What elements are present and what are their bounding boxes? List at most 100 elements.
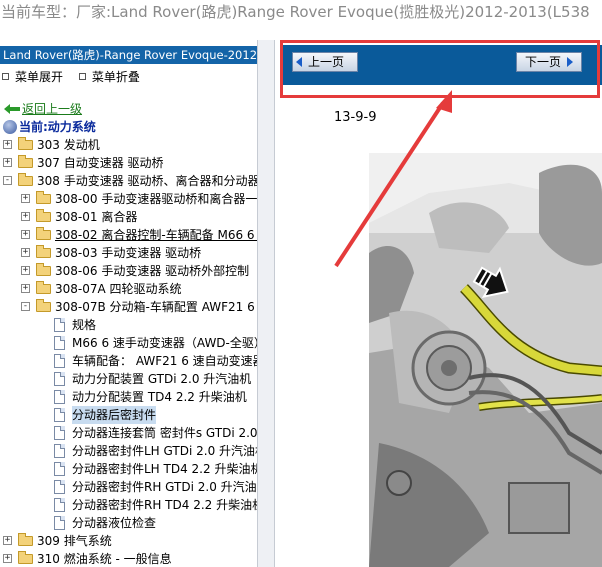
tree-node-label[interactable]: 车辆配备： AWF21 6 速自动变速器 (72, 352, 257, 370)
tree-node-label[interactable]: 308-07B 分动箱-车辆配置 AWF21 6 速自动 (55, 298, 257, 316)
expand-icon (2, 73, 9, 80)
tree-node[interactable]: 规格 (0, 316, 257, 334)
tree-node[interactable]: +303 发动机 (0, 136, 257, 154)
folder-icon (36, 191, 51, 204)
current-node-label: 当前:动力系统 (19, 120, 96, 134)
tree-node[interactable]: 分动器密封件RH TD4 2.2 升柴油机 (0, 496, 257, 514)
tree-node[interactable]: 车辆配备： AWF21 6 速自动变速器 (0, 352, 257, 370)
tree-node[interactable]: +309 排气系统 (0, 532, 257, 550)
tree-node-label[interactable]: 分动器密封件LH GTDi 2.0 升汽油机 (72, 442, 257, 460)
tree-node-label[interactable]: 310 燃油系统 - 一般信息 (37, 550, 172, 567)
tree-node[interactable]: M66 6 速手动变速器（AWD-全驱） (0, 334, 257, 352)
expander-plus-icon[interactable]: + (3, 554, 12, 563)
tree-node-label[interactable]: 分动器密封件RH TD4 2.2 升柴油机 (72, 496, 257, 514)
tree-node-label[interactable]: 309 排气系统 (37, 532, 112, 550)
component-photo (369, 153, 602, 567)
window-title: 当前车型：厂家:Land Rover(路虎)Range Rover Evoque… (0, 0, 602, 30)
expander-plus-icon[interactable]: + (3, 158, 12, 167)
tree-node-label[interactable]: 分动器密封件LH TD4 2.2 升柴油机 (72, 460, 257, 478)
tree-node-label[interactable]: 308-07A 四轮驱动系统 (55, 280, 182, 298)
expander-minus-icon[interactable]: - (3, 176, 12, 185)
tree-node[interactable]: +308-06 手动变速器 驱动桥外部控制 (0, 262, 257, 280)
folder-icon (18, 137, 33, 150)
tree-node[interactable]: 分动器液位检查 (0, 514, 257, 532)
tree-node[interactable]: 分动器后密封件 (0, 406, 257, 424)
menu-toolbar: 菜单展开 菜单折叠 (0, 67, 257, 85)
tree-node-label[interactable]: 307 自动变速器 驱动桥 (37, 154, 164, 172)
document-icon (54, 462, 65, 476)
expander-plus-icon[interactable]: + (21, 266, 30, 275)
tree-node-label[interactable]: 308-03 手动变速器 驱动桥 (55, 244, 201, 262)
current-node-row: 当前:动力系统 (0, 118, 257, 136)
tree-node-label[interactable]: 308-06 手动变速器 驱动桥外部控制 (55, 262, 249, 280)
tree-node-label[interactable]: 308 手动变速器 驱动桥、离合器和分动器 (37, 172, 257, 190)
tree-node-label[interactable]: 分动器后密封件 (72, 406, 157, 424)
collapse-menu-label: 菜单折叠 (91, 69, 140, 84)
page-code: 13-9-9 (334, 110, 377, 125)
tree-node[interactable]: 分动器密封件LH TD4 2.2 升柴油机 (0, 460, 257, 478)
tree-node[interactable]: +308-03 手动变速器 驱动桥 (0, 244, 257, 262)
back-arrow-icon (4, 104, 20, 114)
folder-icon (18, 173, 33, 186)
document-icon (54, 444, 65, 458)
system-icon (3, 120, 17, 134)
tree-node[interactable]: +308-00 手动变速器驱动桥和离合器一般信息 (0, 190, 257, 208)
tree-node[interactable]: 分动器连接套筒 密封件s GTDi 2.0 升汽油机 (0, 424, 257, 442)
tree-node[interactable]: - 308 手动变速器 驱动桥、离合器和分动器 (0, 172, 257, 190)
highlight-box (280, 40, 600, 98)
document-icon (54, 390, 65, 404)
expander-plus-icon[interactable]: + (21, 248, 30, 257)
document-icon (54, 426, 65, 440)
tree-node-label[interactable]: 分动器密封件RH GTDi 2.0 升汽油机 (72, 478, 257, 496)
document-icon (54, 480, 65, 494)
tree-node[interactable]: 分动器密封件RH GTDi 2.0 升汽油机 (0, 478, 257, 496)
expand-menu-label: 菜单展开 (15, 69, 64, 84)
tree-panel: Land Rover(路虎)-Range Rover Evoque-2012 菜… (0, 40, 257, 567)
tree-node[interactable]: +308-07A 四轮驱动系统 (0, 280, 257, 298)
tree-node-label[interactable]: 308-02 离合器控制-车辆配备 M66 6 速手动 (55, 226, 257, 244)
document-icon (54, 498, 65, 512)
folder-icon (18, 551, 33, 564)
expander-minus-icon[interactable]: - (21, 302, 30, 311)
tree-node-label[interactable]: 规格 (72, 316, 96, 334)
folder-icon (36, 227, 51, 240)
expander-plus-icon[interactable]: + (21, 284, 30, 293)
expander-plus-icon[interactable]: + (3, 140, 12, 149)
tree-node-label[interactable]: 303 发动机 (37, 136, 100, 154)
tree-node-label[interactable]: 动力分配装置 GTDi 2.0 升汽油机 (72, 370, 251, 388)
folder-icon (36, 209, 51, 222)
folder-icon (36, 263, 51, 276)
tree-node[interactable]: +307 自动变速器 驱动桥 (0, 154, 257, 172)
tree-node-label[interactable]: 308-00 手动变速器驱动桥和离合器一般信息 (55, 190, 257, 208)
collapse-menu-button[interactable]: 菜单折叠 (77, 68, 140, 86)
folder-icon (36, 281, 51, 294)
tree-node[interactable]: - 308-07B 分动箱-车辆配置 AWF21 6 速自动 (0, 298, 257, 316)
expander-plus-icon[interactable]: + (21, 194, 30, 203)
document-icon (54, 318, 65, 332)
document-icon (54, 372, 65, 386)
tree-node[interactable]: +310 燃油系统 - 一般信息 (0, 550, 257, 567)
expander-plus-icon[interactable]: + (21, 212, 30, 221)
expand-menu-button[interactable]: 菜单展开 (0, 68, 63, 86)
document-icon (54, 408, 65, 422)
document-icon (54, 336, 65, 350)
tree-node[interactable]: +308-02 离合器控制-车辆配备 M66 6 速手动 (0, 226, 257, 244)
folder-icon (36, 299, 51, 312)
tree-node-label[interactable]: 分动器连接套筒 密封件s GTDi 2.0 升汽油机 (72, 424, 257, 442)
tree-node-label[interactable]: 308-01 离合器 (55, 208, 137, 226)
tree-node[interactable]: 动力分配装置 TD4 2.2 升柴油机 (0, 388, 257, 406)
pane-splitter[interactable] (257, 40, 275, 567)
navigation-tree: 返回上一级 当前:动力系统 +303 发动机 +307 自动变速器 驱动桥 -308… (0, 100, 257, 567)
tree-node[interactable]: 分动器密封件LH GTDi 2.0 升汽油机 (0, 442, 257, 460)
folder-icon (36, 245, 51, 258)
expander-plus-icon[interactable]: + (3, 536, 12, 545)
document-viewer: 上一页 下一页 13-9-9 (276, 40, 602, 567)
back-link[interactable]: 返回上一级 (22, 100, 82, 118)
tree-node-label[interactable]: 分动器液位检查 (72, 514, 156, 532)
tree-node-label[interactable]: 动力分配装置 TD4 2.2 升柴油机 (72, 388, 247, 406)
tree-node[interactable]: 动力分配装置 GTDi 2.0 升汽油机 (0, 370, 257, 388)
tree-node-label[interactable]: M66 6 速手动变速器（AWD-全驱） (72, 334, 257, 352)
expander-plus-icon[interactable]: + (21, 230, 30, 239)
back-link-row[interactable]: 返回上一级 (0, 100, 257, 118)
tree-node[interactable]: +308-01 离合器 (0, 208, 257, 226)
